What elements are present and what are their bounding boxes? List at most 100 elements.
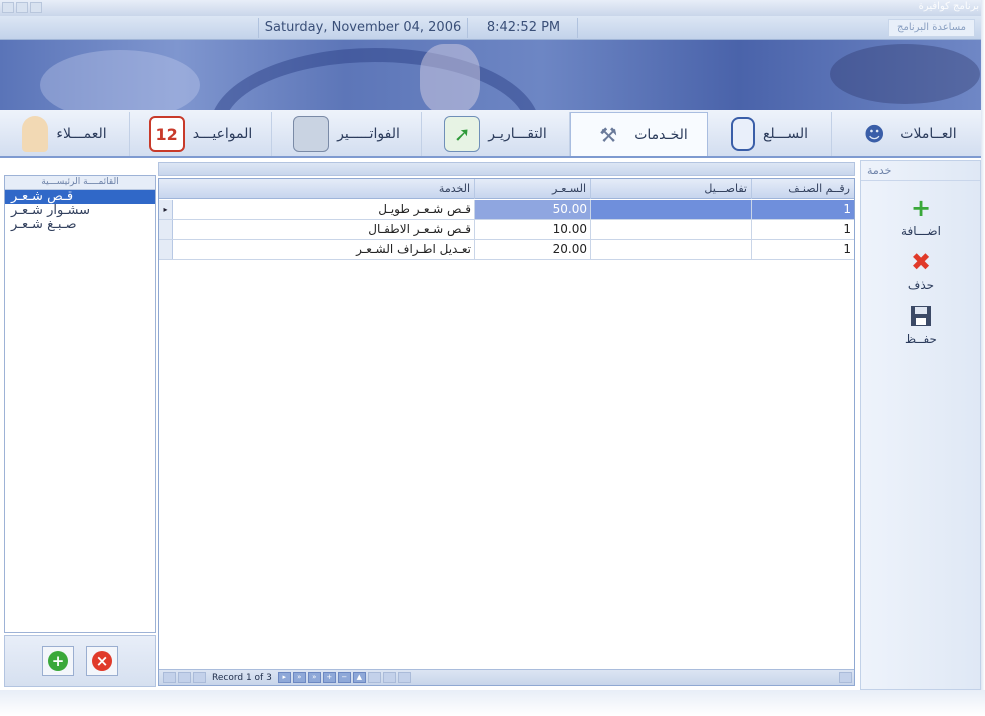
post-edit-button[interactable]	[367, 672, 381, 683]
next-page-button[interactable]: »	[292, 672, 306, 683]
cell-price[interactable]: 10.00	[475, 220, 591, 239]
services-grid: الخدمة السـعـر تفاصـــيل رقــم الصنـف ▸ …	[158, 178, 855, 686]
filter-button[interactable]	[397, 672, 411, 683]
cell-details[interactable]	[591, 200, 752, 219]
last-record-button[interactable]: »	[307, 672, 321, 683]
tab-services-label: الخـدمات	[634, 126, 688, 143]
tab-reports-label: التقـــاريـر	[488, 126, 547, 142]
add-service-button[interactable]: + اضـــافة	[871, 195, 971, 238]
tab-appointments[interactable]: 12 المواعيـــد	[130, 112, 272, 156]
first-record-button[interactable]	[163, 672, 176, 683]
row-indicator-icon: ▸	[159, 200, 173, 219]
save-service-button[interactable]: حفــظ	[871, 303, 971, 346]
delete-service-label: حذف	[907, 278, 935, 292]
help-menu[interactable]: مساعدة البرنامج	[888, 19, 975, 37]
add-service-label: اضـــافة	[901, 224, 941, 238]
tab-reports[interactable]: ➚ التقـــاريـر	[422, 112, 570, 156]
record-counter: Record 1 of 3	[212, 672, 272, 683]
cash-register-icon	[293, 116, 330, 152]
tab-customers-label: العمـــلاء	[56, 126, 107, 142]
tab-workers-label: العــاملات	[900, 126, 957, 142]
next-record-button[interactable]: ▸	[277, 672, 291, 683]
add-category-button[interactable]: +	[42, 646, 74, 676]
prev-page-button[interactable]	[178, 672, 191, 683]
record-navigator: Record 1 of 3 ▸ » » + − ▲	[159, 669, 854, 685]
workers-icon: ☻	[863, 122, 885, 146]
tab-invoices[interactable]: الفواتـــــير	[272, 112, 422, 156]
cell-category[interactable]: 1	[752, 240, 854, 259]
cell-service[interactable]: قـص شـعـر الاطفـال	[174, 220, 475, 239]
chart-icon: ➚	[444, 116, 481, 152]
grid-caption-bar	[158, 162, 855, 176]
current-time: 8:42:52 PM	[470, 18, 578, 38]
banner-decoration	[40, 50, 200, 110]
banner-decoration	[420, 44, 480, 110]
column-header-category[interactable]: رقــم الصنـف	[752, 179, 854, 199]
column-header-service[interactable]: الخدمة	[159, 179, 475, 199]
grid-header: الخدمة السـعـر تفاصـــيل رقــم الصنـف	[159, 179, 854, 199]
service-actions-panel: خدمة + اضـــافة ✖ حذف حفــظ	[860, 160, 981, 690]
plus-circle-icon: +	[48, 651, 68, 671]
list-item[interactable]: سشـوار شـعـر	[5, 204, 155, 218]
cell-service[interactable]: تعـديل اطـراف الشـعـر	[174, 240, 475, 259]
row-indicator-icon	[159, 240, 173, 259]
tab-goods-label: الســـلع	[762, 126, 809, 142]
list-action-bar: + ×	[4, 635, 156, 687]
cell-price[interactable]: 20.00	[475, 240, 591, 259]
banner-decoration	[210, 48, 540, 110]
maximize-button[interactable]	[16, 2, 28, 13]
delete-icon: ✖	[910, 248, 932, 276]
header-banner	[0, 40, 985, 110]
panel-title: خدمة	[861, 161, 980, 181]
table-row[interactable]: تعـديل اطـراف الشـعـر 20.00 1	[159, 240, 854, 260]
banner-decoration	[830, 44, 980, 104]
column-header-details[interactable]: تفاصـــيل	[591, 179, 752, 199]
main-list-panel: القائمــــة الرئيســـية قـص شـعـر سشـوار…	[4, 175, 156, 633]
cell-price[interactable]: 50.00	[475, 200, 591, 219]
cell-category[interactable]: 1	[752, 200, 854, 219]
window-shadow	[0, 690, 985, 716]
delete-service-button[interactable]: ✖ حذف	[871, 249, 971, 292]
navigator-end-button[interactable]	[839, 672, 852, 683]
bottle-icon	[730, 117, 755, 151]
tab-appointments-label: المواعيـــد	[192, 126, 253, 142]
tab-goods[interactable]: الســـلع	[708, 112, 832, 156]
table-row[interactable]: ▸ قـص شـعـر طويـل 50.00 1	[159, 200, 854, 220]
calendar-icon: 12	[148, 116, 185, 152]
cell-details[interactable]	[591, 240, 752, 259]
close-button[interactable]	[30, 2, 42, 13]
save-service-label: حفــظ	[905, 332, 937, 346]
minimize-button[interactable]	[2, 2, 14, 13]
column-header-price[interactable]: السـعـر	[475, 179, 591, 199]
main-nav: ☻ العــاملات الســـلع ⚒ الخـدمات ➚ التقـ…	[0, 110, 985, 158]
window-controls	[2, 2, 42, 13]
cell-service[interactable]: قـص شـعـر طويـل	[174, 200, 475, 219]
prev-record-button[interactable]	[193, 672, 206, 683]
insert-record-button[interactable]: +	[322, 672, 336, 683]
delete-category-button[interactable]: ×	[86, 646, 118, 676]
row-indicator-icon	[159, 220, 173, 239]
save-icon	[908, 303, 934, 329]
cell-details[interactable]	[591, 220, 752, 239]
delete-record-button[interactable]: −	[337, 672, 351, 683]
plus-icon: +	[910, 194, 932, 222]
tab-workers[interactable]: ☻ العــاملات	[832, 112, 982, 156]
list-item[interactable]: قـص شـعـر	[5, 190, 155, 204]
hairdryer-icon: ⚒	[599, 122, 618, 147]
customer-icon	[22, 116, 49, 152]
window-title: برنامج كوافيرة	[918, 1, 979, 12]
main-list-header: القائمــــة الرئيســـية	[5, 176, 155, 190]
close-circle-icon: ×	[92, 651, 112, 671]
date-strip: مساعدة البرنامج Saturday, November 04, 2…	[0, 16, 985, 40]
app-window: برنامج كوافيرة مساعدة البرنامج Saturday,…	[0, 0, 985, 716]
table-row[interactable]: قـص شـعـر الاطفـال 10.00 1	[159, 220, 854, 240]
window-shadow	[981, 0, 985, 716]
edit-record-button[interactable]: ▲	[352, 672, 366, 683]
current-date: Saturday, November 04, 2006	[258, 18, 468, 38]
cancel-edit-button[interactable]	[382, 672, 396, 683]
cell-category[interactable]: 1	[752, 220, 854, 239]
list-item[interactable]: صـبـغ شـعـر	[5, 218, 155, 232]
title-bar: برنامج كوافيرة	[0, 0, 985, 16]
tab-customers[interactable]: العمـــلاء	[0, 112, 130, 156]
tab-services[interactable]: ⚒ الخـدمات	[570, 112, 708, 156]
